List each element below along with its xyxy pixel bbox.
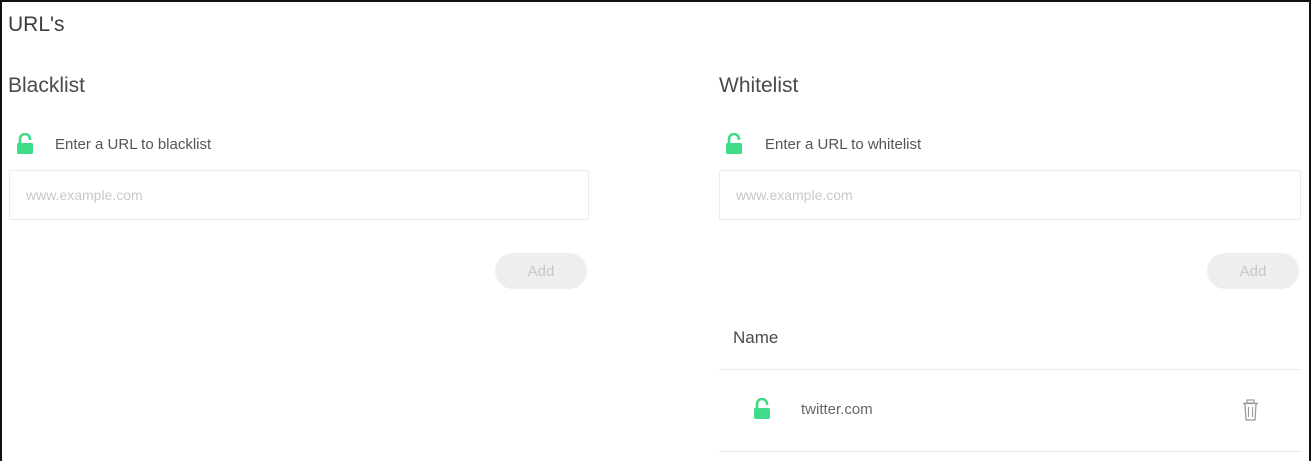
whitelist-url-input[interactable] [719,170,1301,220]
unlock-icon [17,133,33,154]
table-header-name: Name [733,328,779,347]
whitelist-add-button[interactable]: Add [1207,253,1299,289]
page-title: URL's [8,13,65,36]
url-settings-panel [0,0,1311,461]
trash-icon[interactable] [1242,398,1259,422]
whitelist-entry-name: twitter.com [801,401,873,418]
whitelist-hint: Enter a URL to whitelist [765,136,922,153]
table-header-divider [719,369,1301,370]
blacklist-url-input[interactable] [9,170,589,220]
blacklist-hint: Enter a URL to blacklist [55,136,212,153]
blacklist-add-button[interactable]: Add [495,253,587,289]
unlock-icon [754,398,770,419]
table-row-divider [719,451,1301,452]
whitelist-title: Whitelist [719,74,799,97]
blacklist-title: Blacklist [8,74,86,97]
unlock-icon [726,133,742,154]
